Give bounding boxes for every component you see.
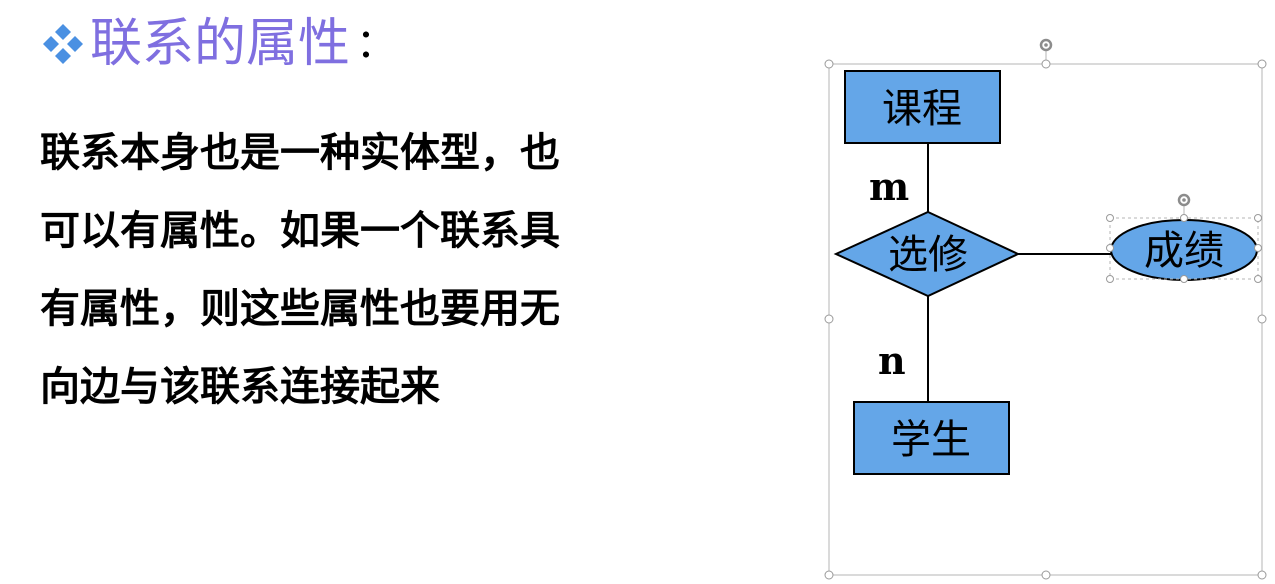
resize-handle-r[interactable] [1257, 314, 1267, 324]
resize-handle-tl[interactable] [824, 59, 834, 69]
attribute-rotate-handle-icon[interactable] [1177, 193, 1191, 207]
relationship-enroll-label: 选修 [888, 232, 968, 278]
attribute-handle-r[interactable] [1254, 244, 1262, 252]
cardinality-m: m [869, 164, 909, 209]
attribute-handle-bl[interactable] [1106, 275, 1114, 283]
entity-student[interactable]: 学生 [853, 401, 1010, 475]
relationship-enroll[interactable]: 选修 [833, 210, 1021, 298]
resize-handle-br[interactable] [1257, 570, 1267, 580]
resize-handle-b[interactable] [1041, 570, 1051, 580]
attribute-handle-br[interactable] [1254, 275, 1262, 283]
cardinality-n: n [878, 338, 906, 383]
er-diagram: 课程 选修 学生 成绩 m n [824, 38, 1267, 580]
attribute-handle-tr[interactable] [1254, 214, 1262, 222]
resize-handle-t[interactable] [1041, 59, 1051, 69]
attribute-grade-label: 成绩 [1144, 228, 1224, 274]
resize-handle-tr[interactable] [1257, 59, 1267, 69]
entity-student-label: 学生 [891, 417, 971, 463]
attribute-handle-tl[interactable] [1106, 214, 1114, 222]
entity-course-label: 课程 [882, 86, 962, 132]
attribute-handle-b[interactable] [1180, 275, 1188, 283]
attribute-handle-l[interactable] [1106, 244, 1114, 252]
attribute-handle-t[interactable] [1180, 214, 1188, 222]
resize-handle-bl[interactable] [824, 570, 834, 580]
rotate-handle-icon[interactable] [1039, 38, 1053, 52]
attribute-grade[interactable]: 成绩 [1110, 219, 1258, 281]
entity-course[interactable]: 课程 [844, 70, 1001, 144]
resize-handle-l[interactable] [824, 314, 834, 324]
